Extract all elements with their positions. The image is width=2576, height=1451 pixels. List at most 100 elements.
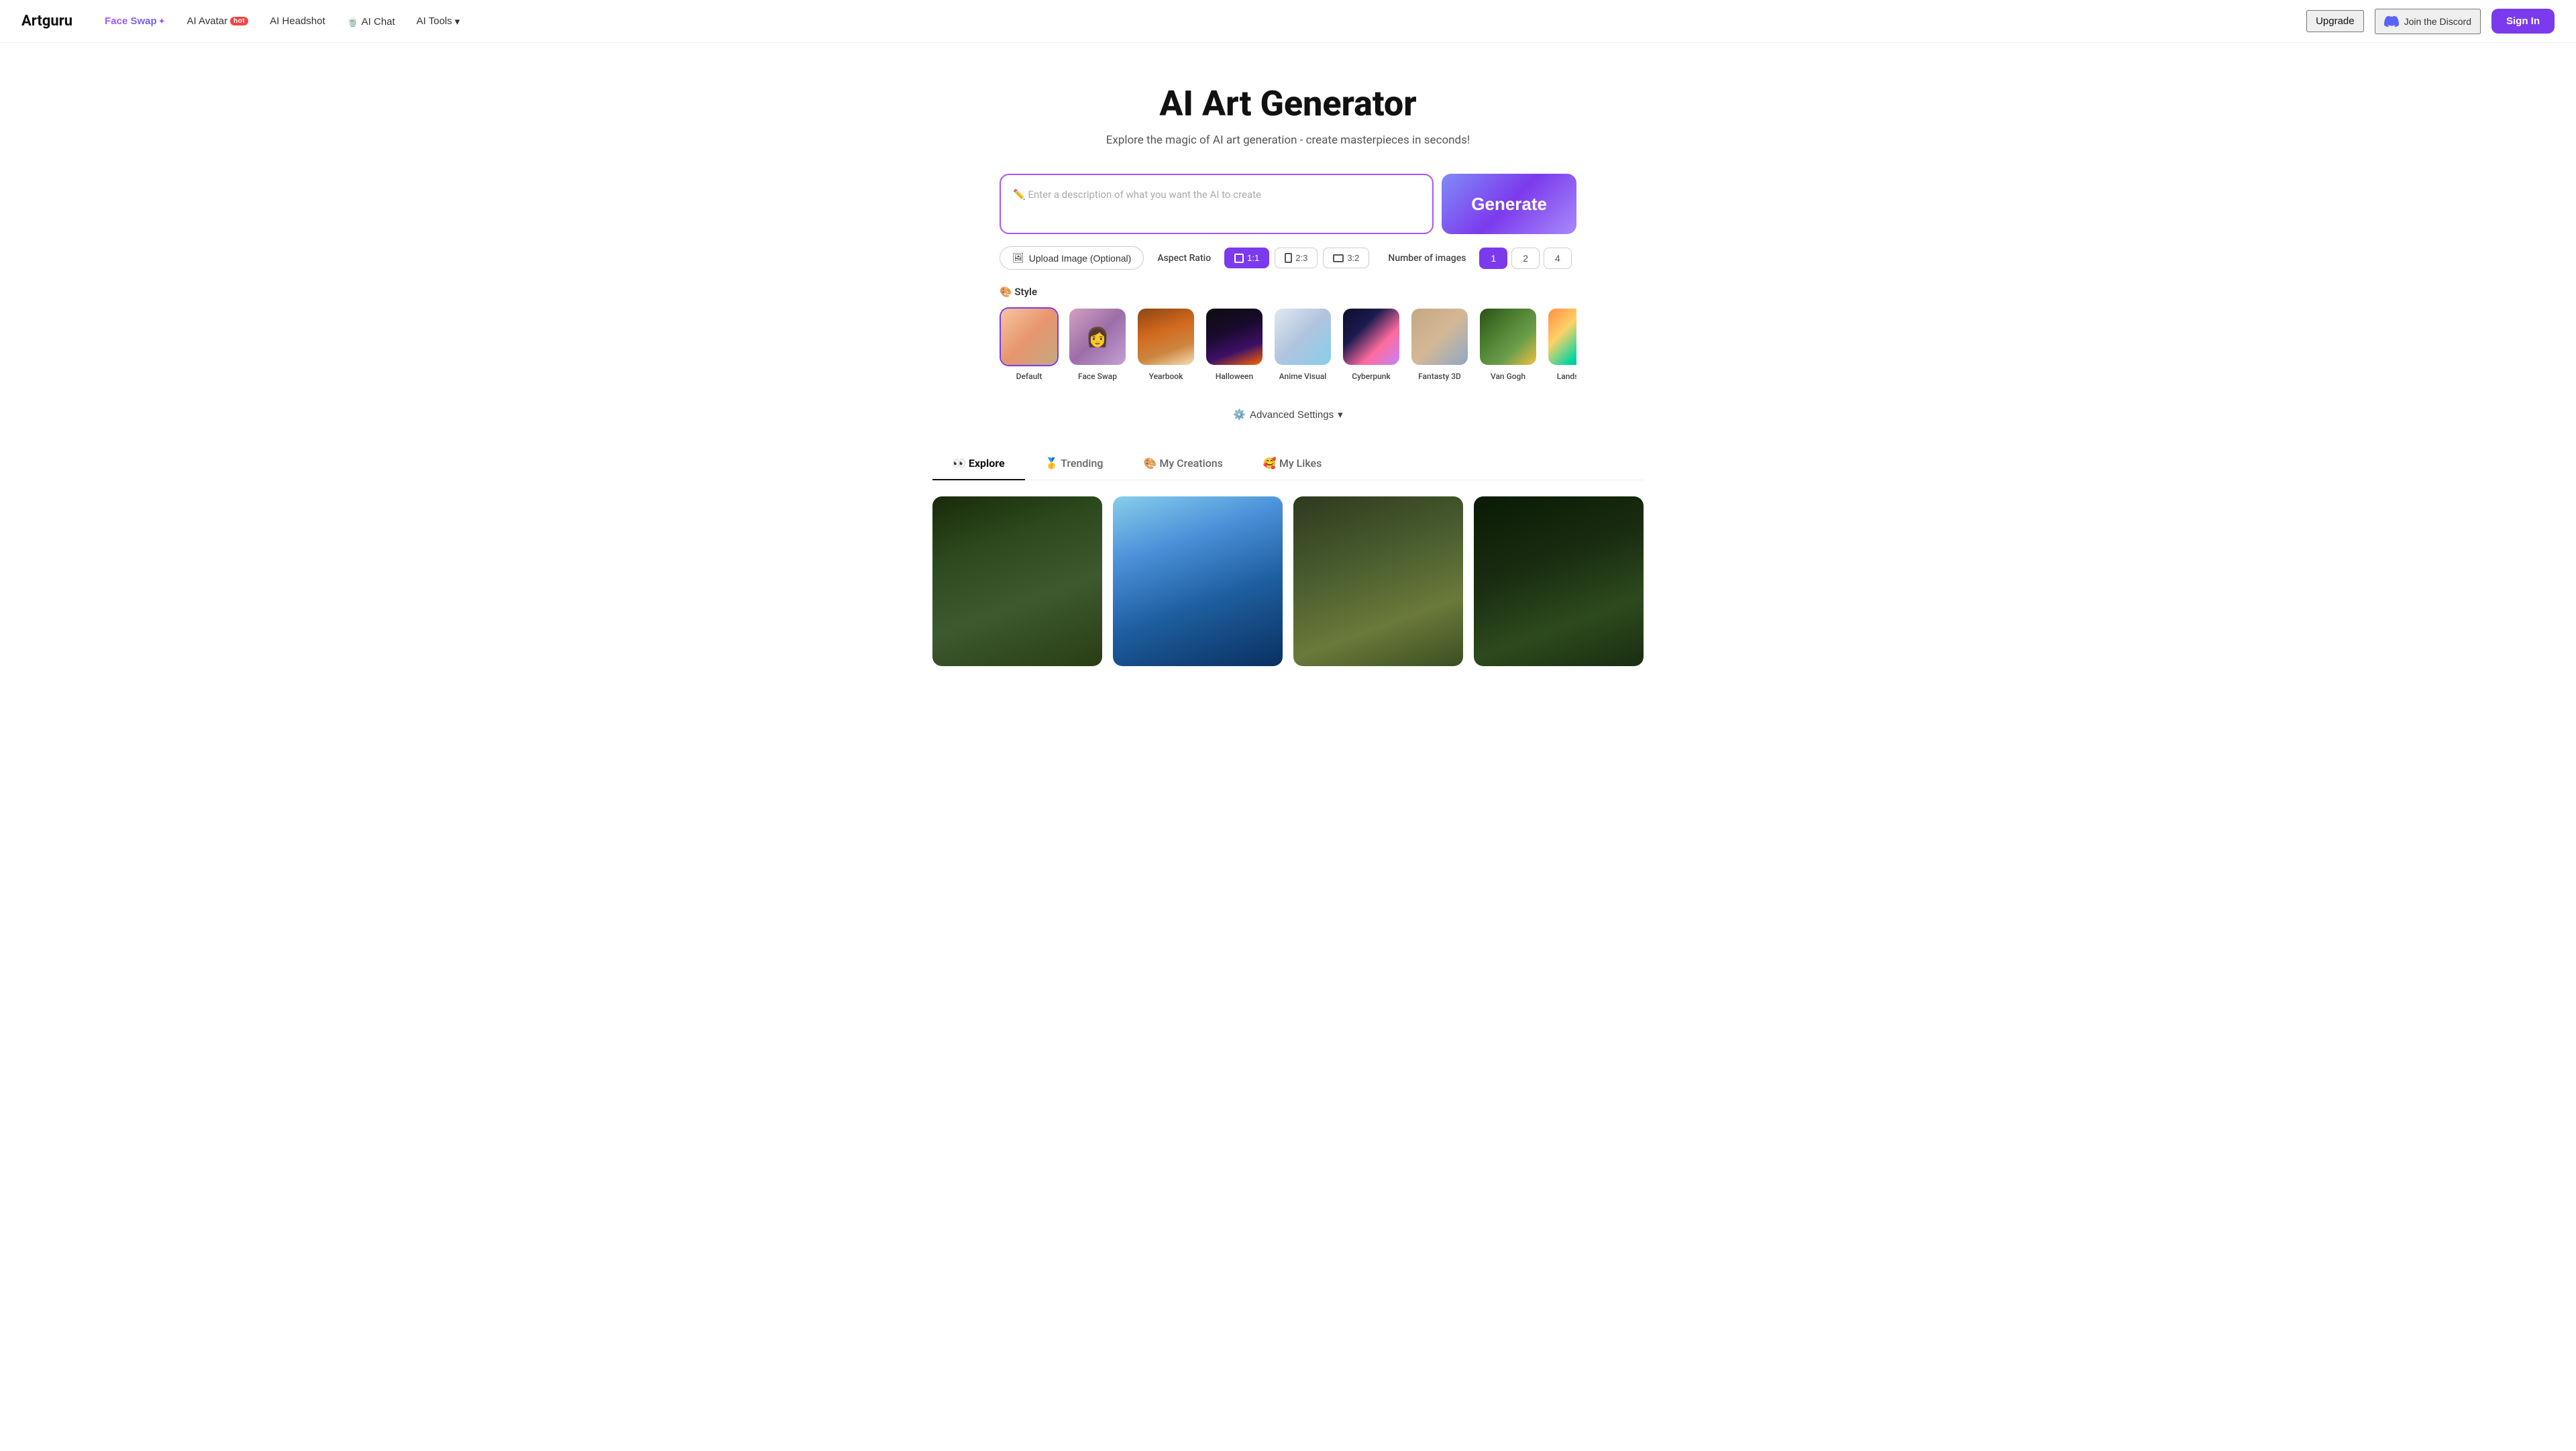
style-thumb-cyberpunk — [1342, 307, 1401, 366]
style-landscape[interactable]: Landscape — [1547, 307, 1576, 381]
generate-input-row: Generate — [1000, 174, 1576, 234]
style-thumb-fantasy3d — [1410, 307, 1469, 366]
upgrade-button[interactable]: Upgrade — [2306, 10, 2364, 32]
num-images-label: Number of images — [1388, 253, 1466, 264]
yearbook-inner — [1138, 309, 1194, 365]
gallery-item-4[interactable] — [1474, 496, 1644, 666]
aspect-1-1[interactable]: 1:1 — [1224, 248, 1269, 268]
style-image-halloween — [1206, 309, 1263, 365]
style-thumb-yearbook — [1136, 307, 1195, 366]
upload-icon: 🖼 — [1012, 252, 1024, 264]
style-label-yearbook: Yearbook — [1149, 372, 1183, 381]
style-thumb-halloween — [1205, 307, 1264, 366]
aspect-3-2[interactable]: 3:2 — [1323, 248, 1369, 268]
upload-label: Upload Image (Optional) — [1029, 253, 1132, 264]
face-swap-label: Face Swap — [105, 15, 157, 27]
style-image-fantasy3d — [1411, 309, 1468, 365]
nav-ai-chat[interactable]: 🍵 AI Chat — [339, 11, 403, 32]
gallery-item-2[interactable] — [1113, 496, 1283, 666]
aspect-ratio-label: Aspect Ratio — [1157, 253, 1211, 264]
style-label-anime-visual: Anime Visual — [1279, 372, 1327, 381]
style-halloween[interactable]: Halloween — [1205, 307, 1264, 381]
tabs-row: 👀 Explore 🥇 Trending 🎨 My Creations 🥰 My… — [932, 447, 1644, 480]
gallery-grid — [932, 496, 1644, 666]
aspect-3-2-label: 3:2 — [1347, 253, 1359, 263]
gallery-thumb-2 — [1113, 496, 1283, 666]
chevron-down-icon: ▾ — [455, 15, 460, 28]
style-label-van-gogh: Van Gogh — [1491, 372, 1525, 381]
style-yearbook[interactable]: Yearbook — [1136, 307, 1195, 381]
logo-text: Artguru — [21, 13, 72, 30]
style-image-default — [1001, 309, 1057, 365]
generate-section: Generate 🖼 Upload Image (Optional) Aspec… — [986, 174, 1590, 270]
style-fantasy3d[interactable]: Fantasty 3D — [1410, 307, 1469, 381]
gallery-item-3[interactable] — [1293, 496, 1463, 666]
aspect-2-3[interactable]: 2:3 — [1275, 248, 1318, 268]
hero-section: AI Art Generator Explore the magic of AI… — [0, 43, 2576, 174]
discord-button[interactable]: Join the Discord — [2375, 9, 2481, 34]
tab-my-likes[interactable]: 🥰 My Likes — [1243, 447, 1342, 480]
signin-button[interactable]: Sign In — [2491, 9, 2555, 34]
nav-face-swap[interactable]: Face Swap ✦ — [97, 11, 173, 31]
nav-ai-avatar[interactable]: AI Avatar hot — [179, 11, 257, 31]
num-4-button[interactable]: 4 — [1544, 248, 1572, 269]
portrait-icon — [1285, 253, 1292, 263]
discord-label: Join the Discord — [2404, 16, 2471, 27]
advanced-settings-button[interactable]: ⚙️ Advanced Settings ▾ — [1233, 409, 1342, 421]
advanced-label: Advanced Settings — [1250, 409, 1334, 421]
nav-right: Upgrade Join the Discord Sign In — [2306, 9, 2555, 34]
gallery-thumb-3 — [1293, 496, 1463, 666]
tab-trending[interactable]: 🥇 Trending — [1025, 447, 1124, 480]
discord-icon — [2384, 14, 2399, 29]
tab-my-creations[interactable]: 🎨 My Creations — [1123, 447, 1242, 480]
style-label-fantasy3d: Fantasty 3D — [1418, 372, 1461, 381]
style-face-swap[interactable]: 👩 Face Swap — [1068, 307, 1127, 381]
style-label-default: Default — [1016, 372, 1042, 381]
generate-button[interactable]: Generate — [1442, 174, 1576, 234]
style-label-landscape: Landscape — [1557, 372, 1576, 381]
hero-subtitle: Explore the magic of AI art generation -… — [13, 133, 2563, 147]
num-options: 1 2 4 — [1479, 248, 1571, 269]
tab-my-likes-label: 🥰 My Likes — [1263, 457, 1322, 470]
faceswap-inner: 👩 — [1069, 309, 1126, 365]
aspect-options: 1:1 2:3 3:2 — [1224, 248, 1369, 268]
gallery-thumb-1 — [932, 496, 1102, 666]
style-cyberpunk[interactable]: Cyberpunk — [1342, 307, 1401, 381]
style-van-gogh[interactable]: Van Gogh — [1479, 307, 1538, 381]
face-swap-star-icon: ✦ — [158, 16, 166, 27]
prompt-input[interactable] — [1000, 174, 1434, 234]
navbar: Artguru Face Swap ✦ AI Avatar hot AI Hea… — [0, 0, 2576, 43]
style-section: 🎨 Style Default 👩 Face Swap Yearbook — [986, 286, 1590, 401]
gallery-section — [919, 480, 1657, 682]
upload-image-button[interactable]: 🖼 Upload Image (Optional) — [1000, 246, 1144, 270]
style-thumb-default — [1000, 307, 1059, 366]
tab-explore[interactable]: 👀 Explore — [932, 447, 1025, 480]
advanced-section: ⚙️ Advanced Settings ▾ — [986, 401, 1590, 441]
style-thumb-face-swap: 👩 — [1068, 307, 1127, 366]
style-header: 🎨 Style — [1000, 286, 1576, 298]
nav-ai-tools[interactable]: AI Tools ▾ — [409, 11, 468, 32]
gallery-thumb-4 — [1474, 496, 1644, 666]
style-default[interactable]: Default — [1000, 307, 1059, 381]
ai-tools-label: AI Tools — [417, 15, 452, 27]
controls-row: 🖼 Upload Image (Optional) Aspect Ratio 1… — [1000, 246, 1576, 270]
tab-my-creations-label: 🎨 My Creations — [1143, 457, 1222, 470]
style-anime-visual[interactable]: Anime Visual — [1273, 307, 1332, 381]
tab-explore-label: 👀 Explore — [953, 457, 1005, 470]
style-carousel: Default 👩 Face Swap Yearbook — [1000, 307, 1576, 388]
style-image-landscape — [1548, 309, 1576, 365]
nav-ai-headshot[interactable]: AI Headshot — [262, 11, 333, 31]
style-image-van-gogh — [1480, 309, 1536, 365]
ai-headshot-label: AI Headshot — [270, 15, 325, 27]
num-2-button[interactable]: 2 — [1511, 248, 1540, 269]
style-image-yearbook — [1138, 309, 1194, 365]
logo[interactable]: Artguru — [21, 13, 72, 30]
style-label-cyberpunk: Cyberpunk — [1352, 372, 1390, 381]
tab-trending-label: 🥇 Trending — [1045, 457, 1104, 470]
num-1-button[interactable]: 1 — [1479, 248, 1507, 269]
halloween-inner — [1206, 309, 1263, 365]
gallery-item-1[interactable] — [932, 496, 1102, 666]
style-thumb-anime-visual — [1273, 307, 1332, 366]
page-title: AI Art Generator — [13, 83, 2563, 124]
style-thumb-van-gogh — [1479, 307, 1538, 366]
